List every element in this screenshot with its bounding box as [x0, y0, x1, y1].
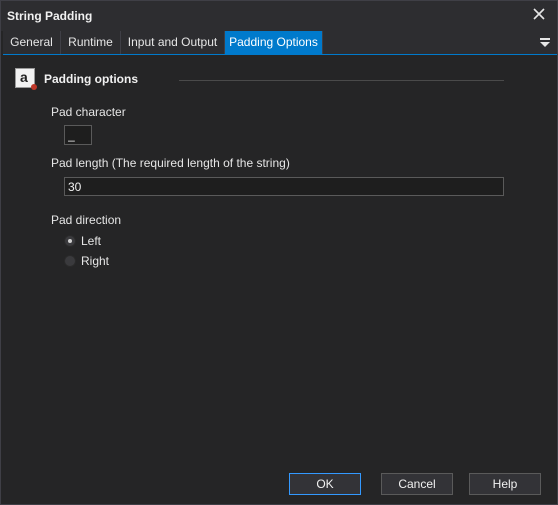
tab-input-and-output[interactable]: Input and Output	[121, 31, 225, 54]
help-button[interactable]: Help	[469, 473, 541, 495]
tab-menu-icon[interactable]	[539, 35, 551, 49]
pad-character-input[interactable]	[64, 125, 92, 145]
text-icon-badge	[31, 84, 37, 90]
section-title: Padding options	[44, 72, 138, 86]
section-divider	[179, 80, 504, 81]
pad-length-input[interactable]	[64, 177, 504, 196]
radio-right-button[interactable]	[64, 255, 76, 267]
tab-runtime[interactable]: Runtime	[61, 31, 121, 54]
ok-button[interactable]: OK	[289, 473, 361, 495]
tab-strip: General Runtime Input and Output Padding…	[3, 31, 557, 55]
pad-direction-label: Pad direction	[51, 213, 122, 227]
title-bar: String Padding	[1, 1, 557, 31]
pad-length-label: Pad length (The required length of the s…	[51, 156, 290, 170]
tab-general[interactable]: General	[3, 31, 61, 54]
text-icon: a	[15, 68, 37, 90]
close-icon[interactable]	[531, 6, 547, 22]
radio-right-label[interactable]: Right	[81, 254, 109, 268]
dialog-window: String Padding General Runtime Input and…	[0, 0, 558, 505]
radio-left-label[interactable]: Left	[81, 234, 101, 248]
tab-padding-options[interactable]: Padding Options	[225, 31, 323, 54]
radio-left-button[interactable]	[64, 235, 76, 247]
text-icon-letter: a	[20, 69, 28, 85]
cancel-button[interactable]: Cancel	[381, 473, 453, 495]
pad-character-label: Pad character	[51, 105, 126, 119]
window-title: String Padding	[7, 9, 93, 23]
